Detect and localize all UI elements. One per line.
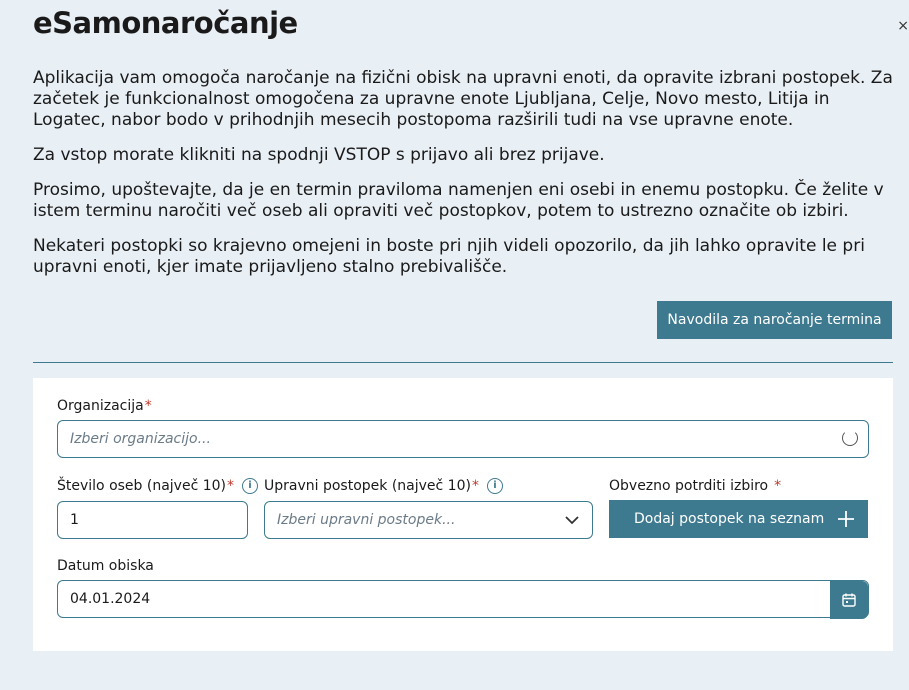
intro-paragraph-1: Aplikacija vam omogoča naročanje na fizi… (33, 68, 893, 130)
intro-paragraph-3: Prosimo, upoštevajte, da je en termin pr… (33, 180, 884, 221)
confirm-label: Obvezno potrditi izbiro * (609, 478, 782, 494)
date-input[interactable]: 04.01.2024 (57, 580, 869, 619)
intro-paragraph-4: Nekateri postopki so krajevno omejeni in… (33, 236, 865, 277)
procedure-select[interactable]: Izberi upravni postopek... (264, 501, 593, 539)
booking-form: Organizacija * Izberi organizacijo... Šte… (33, 378, 893, 651)
intro-paragraph-2: Za vstop morate klikniti na spodnji VSTO… (33, 145, 605, 165)
add-procedure-button[interactable]: Dodaj postopek na seznam (609, 500, 868, 538)
calendar-icon (842, 593, 856, 607)
close-icon[interactable]: × (897, 18, 909, 34)
booking-instructions-button[interactable]: Navodila za naročanje termina (657, 301, 892, 339)
add-procedure-label: Dodaj postopek na seznam (634, 511, 825, 527)
date-value: 04.01.2024 (70, 591, 151, 607)
date-label: Datum obiska (57, 558, 154, 574)
page-title: eSamonaročanje (33, 6, 298, 40)
organization-select[interactable]: Izberi organizacijo... (57, 420, 869, 458)
info-icon[interactable]: i (486, 478, 503, 494)
calendar-button[interactable] (830, 581, 868, 619)
persons-input[interactable]: 1 (57, 501, 248, 539)
intro-text: Aplikacija vam omogoča naročanje na fizi… (33, 68, 895, 292)
info-icon[interactable]: i (242, 478, 259, 494)
persons-value: 1 (70, 512, 79, 528)
section-divider (33, 362, 893, 363)
organization-label: Organizacija * (57, 398, 152, 414)
procedure-label: Upravni postopek (največ 10) * i (264, 478, 503, 494)
plus-icon (838, 511, 854, 527)
chevron-down-icon (565, 516, 579, 525)
persons-label: Število oseb (največ 10) * i (57, 478, 259, 494)
loading-spinner-icon (842, 430, 858, 446)
organization-placeholder: Izberi organizacijo... (70, 431, 211, 447)
procedure-placeholder: Izberi upravni postopek... (277, 512, 456, 528)
